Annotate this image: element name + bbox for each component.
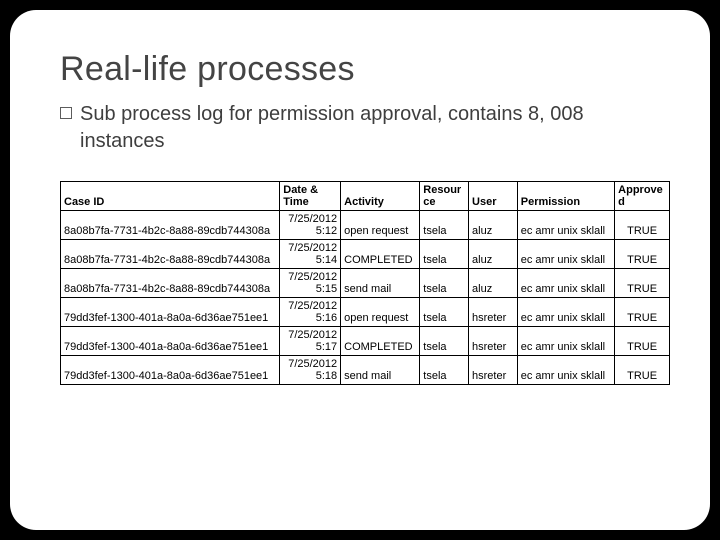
date-line: 7/25/2012 [283, 358, 337, 370]
cell-activity: open request [341, 298, 420, 327]
square-bullet-icon [60, 107, 72, 119]
slide-title: Real-life processes [60, 50, 670, 89]
th-resource: Resource [420, 182, 469, 211]
cell-user: aluz [469, 240, 518, 269]
cell-resource: tsela [420, 356, 469, 385]
table-row: 79dd3fef-1300-401a-8a0a-6d36ae751ee17/25… [61, 298, 670, 327]
cell-approved: TRUE [615, 269, 670, 298]
th-case-id: Case ID [61, 182, 280, 211]
cell-user: aluz [469, 269, 518, 298]
cell-activity: send mail [341, 356, 420, 385]
cell-case-id: 8a08b7fa-7731-4b2c-8a88-89cdb744308a [61, 269, 280, 298]
cell-user: hsreter [469, 327, 518, 356]
cell-activity: COMPLETED [341, 240, 420, 269]
cell-permission: ec amr unix sklall [517, 240, 614, 269]
time-line: 5:16 [283, 312, 337, 324]
time-line: 5:15 [283, 283, 337, 295]
cell-approved: TRUE [615, 240, 670, 269]
cell-date-time: 7/25/20125:14 [280, 240, 341, 269]
cell-permission: ec amr unix sklall [517, 269, 614, 298]
date-line: 7/25/2012 [283, 213, 337, 225]
cell-case-id: 79dd3fef-1300-401a-8a0a-6d36ae751ee1 [61, 298, 280, 327]
cell-permission: ec amr unix sklall [517, 298, 614, 327]
th-user: User [469, 182, 518, 211]
date-line: 7/25/2012 [283, 271, 337, 283]
date-line: 7/25/2012 [283, 300, 337, 312]
subtitle-row: Sub process log for permission approval,… [60, 101, 670, 181]
time-line: 5:18 [283, 370, 337, 382]
cell-case-id: 8a08b7fa-7731-4b2c-8a88-89cdb744308a [61, 211, 280, 240]
cell-activity: COMPLETED [341, 327, 420, 356]
th-date-time: Date & Time [280, 182, 341, 211]
slide-frame: Real-life processes Sub process log for … [10, 10, 710, 530]
cell-approved: TRUE [615, 211, 670, 240]
slide-subtitle: Sub process log for permission approval,… [80, 101, 670, 155]
cell-date-time: 7/25/20125:12 [280, 211, 341, 240]
cell-resource: tsela [420, 298, 469, 327]
cell-case-id: 79dd3fef-1300-401a-8a0a-6d36ae751ee1 [61, 327, 280, 356]
cell-user: hsreter [469, 298, 518, 327]
cell-case-id: 8a08b7fa-7731-4b2c-8a88-89cdb744308a [61, 240, 280, 269]
date-line: 7/25/2012 [283, 329, 337, 341]
process-log-table: Case ID Date & Time Activity Resource Us… [60, 181, 670, 385]
cell-date-time: 7/25/20125:17 [280, 327, 341, 356]
th-approved: Approved [615, 182, 670, 211]
th-permission: Permission [517, 182, 614, 211]
cell-user: aluz [469, 211, 518, 240]
cell-activity: send mail [341, 269, 420, 298]
cell-date-time: 7/25/20125:18 [280, 356, 341, 385]
cell-permission: ec amr unix sklall [517, 211, 614, 240]
time-line: 5:12 [283, 225, 337, 237]
cell-case-id: 79dd3fef-1300-401a-8a0a-6d36ae751ee1 [61, 356, 280, 385]
cell-resource: tsela [420, 211, 469, 240]
cell-date-time: 7/25/20125:15 [280, 269, 341, 298]
cell-permission: ec amr unix sklall [517, 327, 614, 356]
table-row: 79dd3fef-1300-401a-8a0a-6d36ae751ee17/25… [61, 356, 670, 385]
time-line: 5:17 [283, 341, 337, 353]
table-row: 8a08b7fa-7731-4b2c-8a88-89cdb744308a7/25… [61, 240, 670, 269]
th-activity: Activity [341, 182, 420, 211]
cell-user: hsreter [469, 356, 518, 385]
table-header-row: Case ID Date & Time Activity Resource Us… [61, 182, 670, 211]
cell-approved: TRUE [615, 298, 670, 327]
cell-resource: tsela [420, 240, 469, 269]
table-row: 8a08b7fa-7731-4b2c-8a88-89cdb744308a7/25… [61, 211, 670, 240]
cell-resource: tsela [420, 269, 469, 298]
date-line: 7/25/2012 [283, 242, 337, 254]
cell-approved: TRUE [615, 356, 670, 385]
cell-permission: ec amr unix sklall [517, 356, 614, 385]
table-row: 79dd3fef-1300-401a-8a0a-6d36ae751ee17/25… [61, 327, 670, 356]
cell-approved: TRUE [615, 327, 670, 356]
time-line: 5:14 [283, 254, 337, 266]
cell-date-time: 7/25/20125:16 [280, 298, 341, 327]
cell-activity: open request [341, 211, 420, 240]
cell-resource: tsela [420, 327, 469, 356]
table-row: 8a08b7fa-7731-4b2c-8a88-89cdb744308a7/25… [61, 269, 670, 298]
